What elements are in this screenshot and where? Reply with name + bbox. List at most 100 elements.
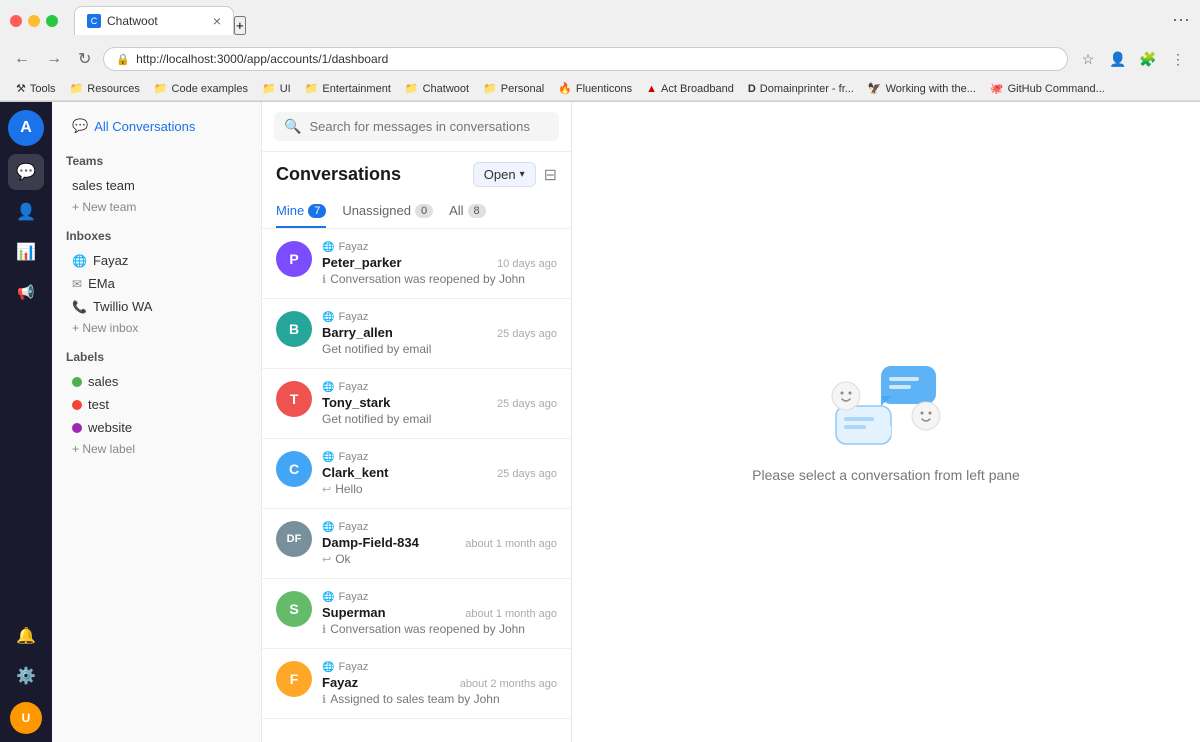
bookmark-code-examples[interactable]: 📁Code examples [148, 80, 254, 97]
list-item[interactable]: B 🌐 Fayaz Barry_allen 25 days ago Get no… [262, 299, 571, 369]
tab-unassigned[interactable]: Unassigned 0 [342, 195, 433, 228]
sidebar-item-label-website[interactable]: website [66, 416, 247, 439]
list-item[interactable]: F 🌐 Fayaz Fayaz about 2 months ago ℹ Ass… [262, 649, 571, 719]
labels-section: Labels sales test website + New label [52, 342, 261, 463]
name-row: Clark_kent 25 days ago [322, 465, 557, 480]
sidebar-item-twillio[interactable]: 📞 Twillio WA [66, 295, 247, 318]
conversation-body: 🌐 Fayaz Tony_stark 25 days ago Get notif… [322, 381, 557, 426]
left-panel-header: 💬 All Conversations [52, 102, 261, 146]
bookmark-domainprinter[interactable]: DDomainprinter - fr... [742, 81, 860, 97]
bookmark-resources[interactable]: 📁Resources [64, 80, 146, 97]
chevron-down-icon: ▾ [520, 169, 525, 180]
menu-button[interactable]: ⋮ [1166, 47, 1190, 71]
bookmark-act-broadband[interactable]: ▲Act Broadband [640, 81, 740, 97]
reload-button[interactable]: ↻ [74, 47, 95, 71]
conversations-header: Conversations Open ▾ ⊟ [262, 152, 571, 195]
contact-name: Tony_stark [322, 395, 390, 410]
tab-favicon: C [87, 14, 101, 28]
sidebar-reports-icon[interactable]: 📊 [8, 234, 44, 270]
search-icon: 🔍 [284, 118, 301, 135]
sales-label-dot [72, 377, 82, 387]
lock-icon: 🔒 [116, 53, 130, 66]
conversation-body: 🌐 Fayaz Barry_allen 25 days ago Get noti… [322, 311, 557, 356]
bookmark-ui[interactable]: 📁UI [256, 80, 297, 97]
inbox-globe-icon: 🌐 [322, 452, 334, 463]
conversations-title: Conversations [276, 164, 401, 185]
time-label: about 1 month ago [465, 538, 557, 550]
search-input[interactable] [309, 119, 549, 134]
inbox-label: 🌐 Fayaz [322, 661, 557, 673]
tab-mine[interactable]: Mine 7 [276, 195, 326, 228]
list-item[interactable]: DF 🌐 Fayaz Damp-Field-834 about 1 month … [262, 509, 571, 579]
preview-text: ℹ Conversation was reopened by John [322, 622, 557, 636]
sidebar-item-label-test[interactable]: test [66, 393, 247, 416]
forward-button[interactable]: → [42, 48, 66, 70]
icon-sidebar: A 💬 👤 📊 📢 🔔 ⚙️ U [0, 102, 52, 742]
close-dot[interactable] [10, 15, 22, 27]
sidebar-conversations-icon[interactable]: 💬 [8, 154, 44, 190]
all-conversations-link[interactable]: 💬 All Conversations [66, 114, 247, 138]
bookmark-tools[interactable]: ⚒Tools [10, 80, 62, 97]
contact-name: Clark_kent [322, 465, 388, 480]
profile-button[interactable]: 👤 [1106, 47, 1130, 71]
mail-icon: ✉ [72, 277, 82, 291]
sidebar-item-sales-team[interactable]: sales team [66, 174, 247, 197]
label-test-text: test [88, 397, 109, 412]
new-label-button[interactable]: + New label [66, 439, 247, 459]
new-team-button[interactable]: + New team [66, 197, 247, 217]
name-row: Barry_allen 25 days ago [322, 325, 557, 340]
new-tab-button[interactable]: + [234, 16, 246, 35]
sidebar-item-label-sales[interactable]: sales [66, 370, 247, 393]
bookmark-github[interactable]: 🐙GitHub Command... [984, 80, 1111, 97]
list-item[interactable]: S 🌐 Fayaz Superman about 1 month ago ℹ C… [262, 579, 571, 649]
labels-section-title: Labels [66, 350, 247, 364]
contact-name: Damp-Field-834 [322, 535, 419, 550]
address-bar[interactable]: 🔒 http://localhost:3000/app/accounts/1/d… [103, 47, 1068, 71]
browser-actions: ☆ 👤 🧩 ⋮ [1076, 47, 1190, 71]
tab-close-button[interactable]: × [213, 13, 221, 29]
maximize-dot[interactable] [46, 15, 58, 27]
list-item[interactable]: T 🌐 Fayaz Tony_stark 25 days ago Get not… [262, 369, 571, 439]
list-item[interactable]: P 🌐 Fayaz Peter_parker 10 days ago ℹ Con… [262, 229, 571, 299]
sidebar-item-ema[interactable]: ✉ EMa [66, 272, 247, 295]
empty-state-svg [826, 361, 946, 451]
sidebar-campaigns-icon[interactable]: 📢 [8, 274, 44, 310]
browser-toolbar: ← → ↻ 🔒 http://localhost:3000/app/accoun… [0, 41, 1200, 77]
window-controls[interactable]: ⋯ [1172, 10, 1190, 31]
tab-all[interactable]: All 8 [449, 195, 486, 228]
bookmark-entertainment[interactable]: 📁Entertainment [299, 80, 397, 97]
list-item[interactable]: C 🌐 Fayaz Clark_kent 25 days ago ↩ Hello [262, 439, 571, 509]
conv-filter-row: Open ▾ ⊟ [473, 162, 557, 187]
all-conversations-icon: 💬 [72, 118, 88, 134]
avatar: F [276, 661, 312, 697]
tab-mine-badge: 7 [308, 204, 326, 218]
status-filter-button[interactable]: Open ▾ [473, 162, 536, 187]
bookmark-fluenticons[interactable]: 🔥Fluenticons [552, 80, 638, 97]
avatar: C [276, 451, 312, 487]
left-panel: 💬 All Conversations Teams sales team + N… [52, 102, 262, 742]
name-row: Fayaz about 2 months ago [322, 675, 557, 690]
time-label: 25 days ago [497, 468, 557, 480]
sidebar-contacts-icon[interactable]: 👤 [8, 194, 44, 230]
bookmark-button[interactable]: ☆ [1076, 47, 1100, 71]
new-inbox-button[interactable]: + New inbox [66, 318, 247, 338]
search-bar[interactable]: 🔍 [274, 112, 559, 141]
filter-icon[interactable]: ⊟ [544, 165, 557, 185]
sidebar-user-avatar[interactable]: U [10, 702, 42, 734]
minimize-dot[interactable] [28, 15, 40, 27]
conversation-tabs: Mine 7 Unassigned 0 All 8 [262, 195, 571, 229]
inbox-name: Fayaz [338, 591, 368, 603]
active-tab[interactable]: C Chatwoot × [74, 6, 234, 35]
bookmark-working-with[interactable]: 🦅Working with the... [862, 80, 982, 97]
inbox-label: 🌐 Fayaz [322, 451, 557, 463]
sidebar-item-fayaz[interactable]: 🌐 Fayaz [66, 249, 247, 272]
inbox-label: 🌐 Fayaz [322, 241, 557, 253]
sidebar-notifications-icon[interactable]: 🔔 [8, 618, 44, 654]
sidebar-settings-icon[interactable]: ⚙️ [8, 658, 44, 694]
bookmark-personal[interactable]: 📁Personal [477, 80, 550, 97]
avatar[interactable]: A [8, 110, 44, 146]
teams-section-title: Teams [66, 154, 247, 168]
extensions-button[interactable]: 🧩 [1136, 47, 1160, 71]
bookmark-chatwoot[interactable]: 📁Chatwoot [399, 80, 475, 97]
back-button[interactable]: ← [10, 48, 34, 70]
